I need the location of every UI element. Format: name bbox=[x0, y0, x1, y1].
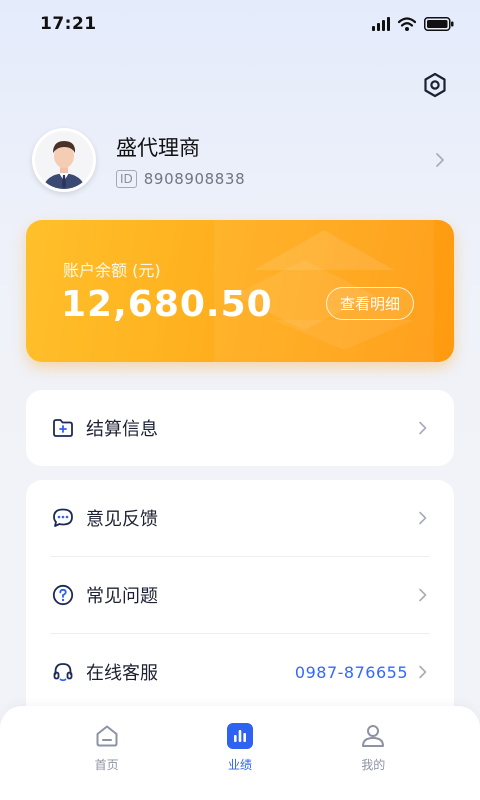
chevron-right-icon bbox=[419, 511, 427, 525]
menu-item-feedback[interactable]: 意见反馈 bbox=[26, 480, 454, 556]
avatar-image bbox=[35, 131, 93, 189]
question-icon bbox=[50, 582, 76, 608]
tab-performance[interactable]: 业绩 bbox=[200, 706, 280, 800]
chevron-right-icon bbox=[419, 421, 427, 435]
profile-id: 8908908838 bbox=[143, 170, 246, 188]
chevron-right-icon bbox=[436, 153, 444, 167]
balance-amount: 12,680.50 bbox=[61, 284, 273, 325]
chevron-right-icon bbox=[419, 665, 427, 679]
menu-label-support: 在线客服 bbox=[86, 663, 158, 684]
status-time: 17:21 bbox=[40, 14, 97, 34]
profile-name: 盛代理商 bbox=[116, 136, 200, 160]
menu-item-faq[interactable]: 常见问题 bbox=[26, 557, 454, 633]
tab-mine[interactable]: 我的 bbox=[333, 706, 413, 800]
status-bar: 17:21 bbox=[0, 0, 480, 48]
user-icon bbox=[359, 722, 387, 750]
profile-info: 盛代理商 ID 8908908838 bbox=[116, 132, 432, 188]
tab-label-home: 首页 bbox=[94, 758, 119, 772]
home-icon bbox=[93, 722, 121, 750]
tab-home[interactable]: 首页 bbox=[67, 706, 147, 800]
headset-icon bbox=[50, 659, 76, 685]
profile-section[interactable]: 盛代理商 ID 8908908838 bbox=[32, 128, 452, 192]
menu-item-support[interactable]: 在线客服 0987-876655 bbox=[26, 634, 454, 710]
id-tag: ID bbox=[116, 170, 137, 188]
avatar[interactable] bbox=[32, 128, 96, 192]
wifi-icon bbox=[398, 17, 416, 31]
battery-icon bbox=[424, 17, 454, 31]
balance-label: 账户余额 (元) bbox=[63, 261, 161, 280]
folder-plus-icon bbox=[50, 415, 76, 441]
chat-icon bbox=[50, 505, 76, 531]
menu-label-feedback: 意见反馈 bbox=[86, 509, 158, 530]
menu-item-settlement[interactable]: 结算信息 bbox=[26, 390, 454, 466]
settings-button[interactable] bbox=[420, 70, 450, 100]
settings-icon bbox=[424, 72, 446, 98]
menu-label-settlement: 结算信息 bbox=[86, 419, 158, 440]
tab-label-performance: 业绩 bbox=[227, 758, 252, 772]
support-phone[interactable]: 0987-876655 bbox=[295, 663, 408, 682]
tab-label-mine: 我的 bbox=[361, 758, 386, 772]
view-details-button[interactable]: 查看明细 bbox=[326, 287, 414, 320]
chart-icon bbox=[226, 722, 254, 750]
status-icons bbox=[372, 17, 454, 31]
chevron-right-icon bbox=[419, 588, 427, 602]
service-card: 意见反馈 常见问题 在线客服 0987-876655 bbox=[26, 480, 454, 730]
profile-id-row: ID 8908908838 bbox=[116, 170, 432, 188]
signal-icon bbox=[372, 17, 390, 31]
balance-card: 账户余额 (元) 12,680.50 查看明细 bbox=[26, 220, 454, 362]
menu-label-faq: 常见问题 bbox=[86, 586, 158, 607]
bottom-tab-bar: 首页 业绩 我的 bbox=[0, 706, 480, 800]
settlement-card: 结算信息 bbox=[26, 390, 454, 466]
